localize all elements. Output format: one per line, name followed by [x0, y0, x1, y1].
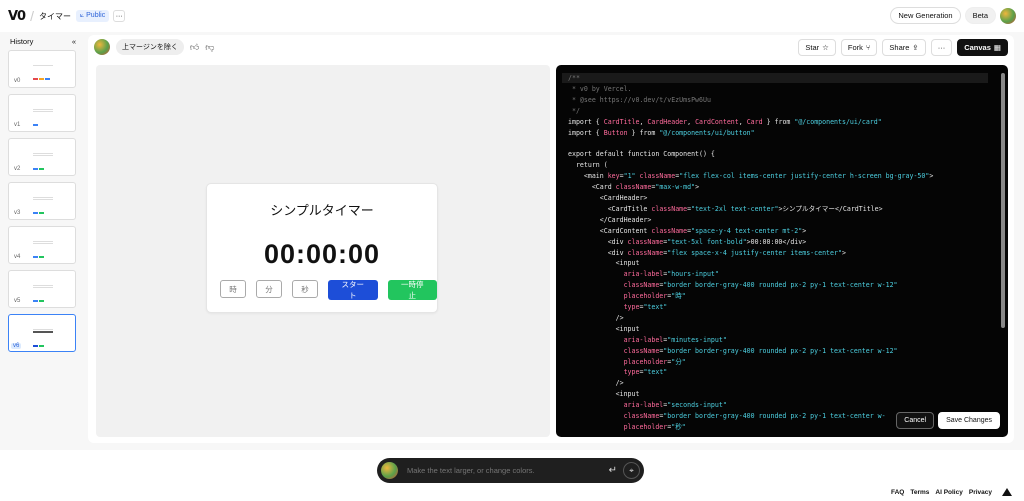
share-button[interactable]: Share ⇪ [882, 39, 926, 56]
main-panel: 上マージンを除く 👍︎ 👎︎ Star ☆ Fork ⑂ Share ⇪ ··· Ca… [88, 35, 1014, 443]
ai-policy-link[interactable]: AI Policy [935, 489, 962, 496]
thumb-preview [33, 197, 53, 214]
code-content[interactable]: /** * v0 by Vercel. * @see https://v0.de… [568, 73, 933, 433]
timer-card: シンプルタイマー 00:00:00 スタート 一時停止 [206, 183, 438, 313]
start-button[interactable]: スタート [328, 280, 378, 300]
project-more-button[interactable]: ··· [113, 10, 126, 22]
version-label: v5 [14, 298, 21, 304]
project-name[interactable]: タイマー [39, 11, 71, 22]
prompt-avatar [381, 462, 398, 479]
history-header: History « [8, 35, 78, 50]
fork-button[interactable]: Fork ⑂ [840, 39, 878, 56]
share-icon: ⇪ [912, 43, 919, 52]
history-thumb-v6[interactable]: v6 [8, 314, 76, 352]
fork-icon: ⑂ [865, 43, 871, 52]
thumb-preview [33, 109, 53, 126]
star-button[interactable]: Star ☆ [798, 39, 836, 56]
history-thumb-v5[interactable]: v5 [8, 270, 76, 308]
save-changes-button[interactable]: Save Changes [938, 412, 1000, 429]
chat-row: 上マージンを除く 👍︎ 👎︎ [94, 39, 214, 55]
header-actions: New Generation Beta [890, 7, 1016, 24]
terms-link[interactable]: Terms [910, 489, 929, 496]
card-title: シンプルタイマー [270, 203, 374, 218]
preview-pane: シンプルタイマー 00:00:00 スタート 一時停止 [96, 65, 550, 437]
prompt-chip[interactable]: 上マージンを除く [116, 39, 184, 55]
history-sidebar: History « v0 v1 v2 v3 v4 v5 v6 [8, 35, 78, 445]
cancel-button[interactable]: Cancel [896, 412, 935, 429]
history-thumb-v3[interactable]: v3 [8, 182, 76, 220]
history-thumb-v1[interactable]: v1 [8, 94, 76, 132]
thumb-preview [33, 285, 53, 302]
toolbar: Star ☆ Fork ⑂ Share ⇪ ··· Canvas ▦ [798, 39, 1008, 56]
canvas-label: Canvas [964, 43, 991, 52]
more-button[interactable]: ··· [930, 39, 953, 56]
version-label: v1 [14, 122, 21, 128]
star-label: Star [805, 43, 820, 52]
share-label: Share [889, 43, 910, 52]
privacy-link[interactable]: Privacy [969, 489, 992, 496]
beta-badge: Beta [964, 7, 996, 24]
thumbs-up-icon[interactable]: 👍︎ [190, 42, 199, 53]
v0-logo[interactable]: V0 [8, 9, 26, 24]
pause-button[interactable]: 一時停止 [387, 280, 437, 300]
prompt-bar: ↵ ⌖ [377, 458, 644, 483]
chat-avatar [94, 39, 110, 55]
thumb-preview [33, 153, 53, 170]
thumb-preview [33, 329, 53, 347]
history-thumb-v0[interactable]: v0 [8, 50, 76, 88]
version-label: v6 [11, 343, 22, 349]
faq-link[interactable]: FAQ [891, 489, 904, 496]
seconds-input[interactable] [292, 280, 318, 298]
timer-controls: スタート 一時停止 [220, 280, 437, 300]
select-element-icon[interactable]: ⌖ [623, 462, 640, 479]
hours-input[interactable] [220, 280, 246, 298]
version-label: v4 [14, 254, 21, 260]
code-actions: Cancel Save Changes [896, 412, 1000, 429]
thumbs-down-icon[interactable]: 👎︎ [205, 42, 214, 53]
thumb-preview [33, 241, 53, 258]
star-icon: ☆ [822, 43, 829, 52]
fork-label: Fork [847, 43, 863, 52]
history-title: History [10, 37, 34, 46]
canvas-button[interactable]: Canvas ▦ [957, 39, 1008, 56]
version-label: v3 [14, 210, 21, 216]
breadcrumb-separator: / [30, 8, 34, 24]
footer: FAQ Terms AI Policy Privacy [891, 488, 1012, 496]
version-label: v0 [14, 78, 21, 84]
visibility-label: Public [86, 12, 106, 19]
version-label: v2 [14, 166, 21, 172]
thumb-preview [33, 65, 53, 80]
history-thumb-v2[interactable]: v2 [8, 138, 76, 176]
top-bar: V0 / タイマー ⟀ Public ··· New Generation Be… [0, 0, 1024, 32]
history-thumb-v4[interactable]: v4 [8, 226, 76, 264]
new-generation-button[interactable]: New Generation [890, 7, 961, 24]
user-avatar[interactable] [1000, 7, 1016, 24]
code-editor[interactable]: /** * v0 by Vercel. * @see https://v0.de… [556, 65, 1008, 437]
enter-icon[interactable]: ↵ [609, 465, 617, 476]
minutes-input[interactable] [256, 280, 282, 298]
canvas-icon: ▦ [993, 43, 1001, 52]
vercel-triangle-icon[interactable] [1002, 488, 1012, 496]
visibility-badge[interactable]: ⟀ Public [76, 10, 110, 22]
workspace: History « v0 v1 v2 v3 v4 v5 v6 上マージンを除く … [0, 32, 1024, 450]
timer-display: 00:00:00 [263, 239, 381, 269]
prompt-input[interactable] [407, 466, 609, 475]
collapse-icon[interactable]: « [72, 37, 76, 46]
code-scrollbar[interactable] [1001, 73, 1005, 328]
